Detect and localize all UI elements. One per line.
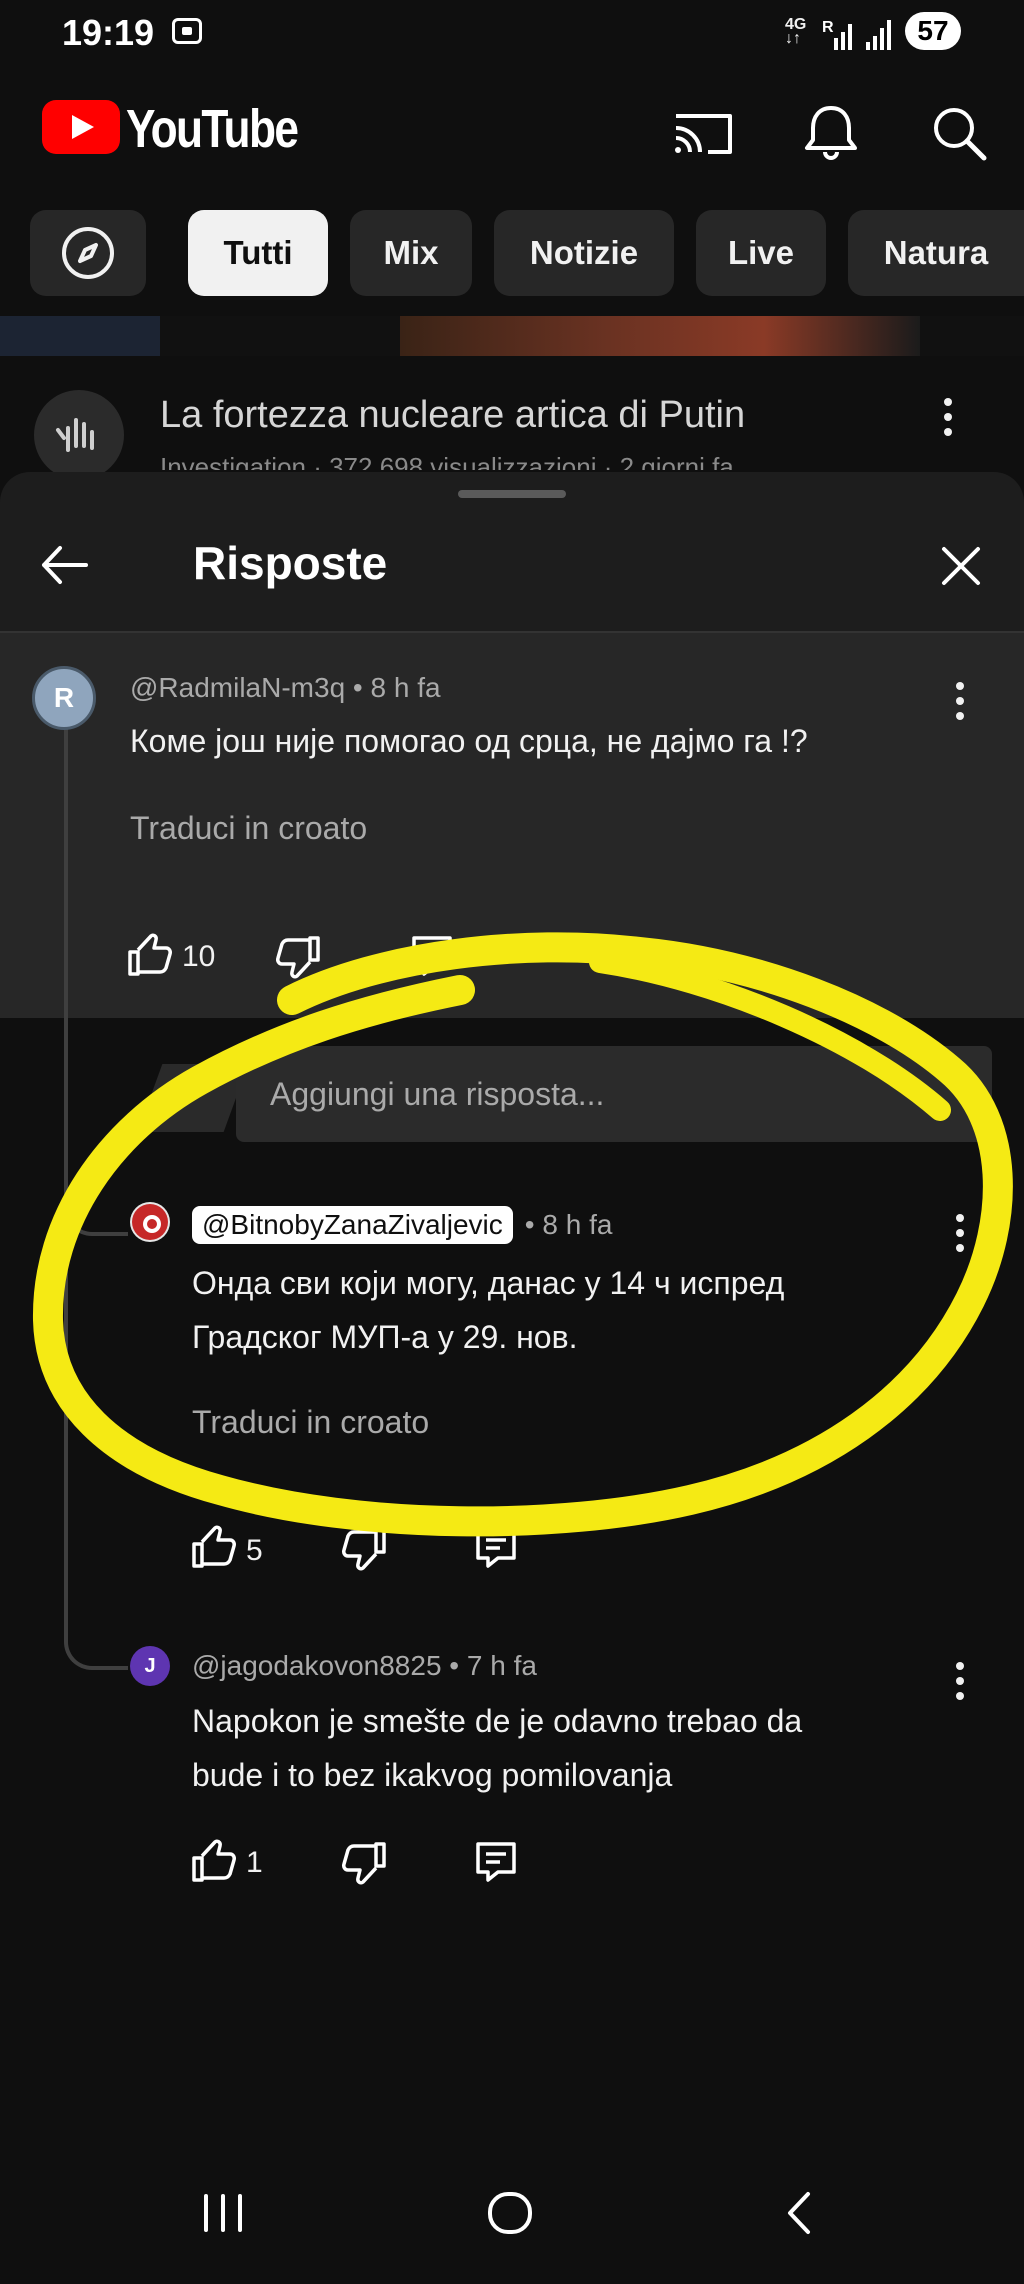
back-nav-icon[interactable] — [776, 2188, 826, 2238]
home-icon[interactable] — [484, 2188, 536, 2238]
highlight-stroke — [32, 932, 1013, 1537]
recent-apps-icon[interactable] — [198, 2188, 248, 2238]
highlight-scribble — [32, 932, 1013, 1537]
